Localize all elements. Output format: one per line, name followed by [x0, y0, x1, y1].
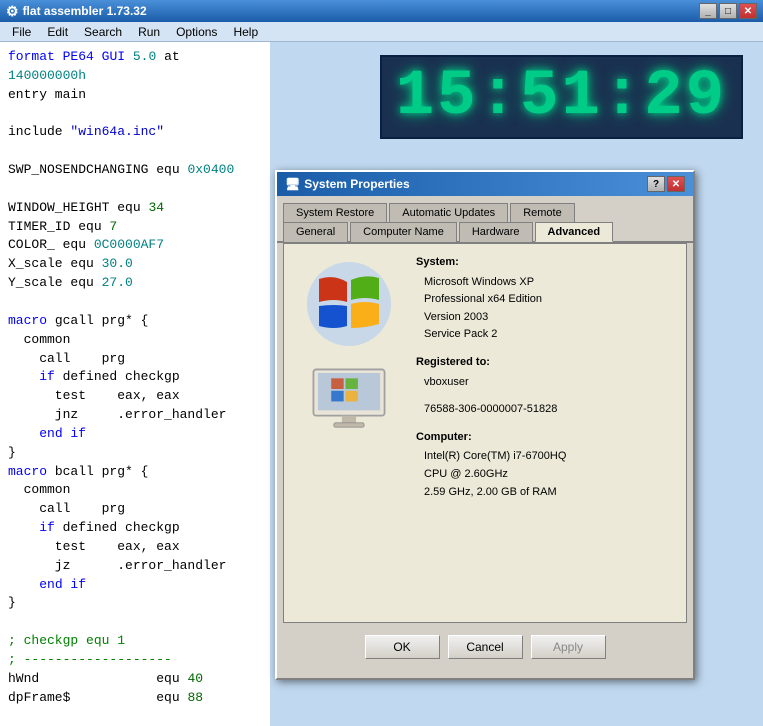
dialog-title-text: System Properties: [304, 177, 409, 191]
code-line: }: [8, 594, 262, 613]
tab-automatic-updates[interactable]: Automatic Updates: [389, 203, 508, 222]
code-line: [8, 708, 262, 726]
minimize-button[interactable]: _: [699, 3, 717, 19]
code-line: macro gcall prg* {: [8, 312, 262, 331]
menu-help[interactable]: Help: [225, 23, 266, 41]
code-editor[interactable]: format PE64 GUI 5.0 at 140000000h entry …: [0, 42, 270, 726]
code-line: }: [8, 444, 262, 463]
app-icon: ⚙: [6, 3, 19, 20]
code-line: [8, 105, 262, 124]
dialog-content: System: Microsoft Windows XP Professiona…: [283, 243, 687, 623]
code-line: hWnd equ 40: [8, 670, 262, 689]
code-line: include "win64a.inc": [8, 123, 262, 142]
code-line: if defined checkgp: [8, 368, 262, 387]
code-line: entry main: [8, 86, 262, 105]
dialog-title-icon: 🖥: [285, 177, 300, 191]
monitor-icon: [309, 366, 389, 436]
clock-time: 15:51:29: [396, 65, 727, 129]
ok-button[interactable]: OK: [365, 635, 440, 659]
tab-system-restore[interactable]: System Restore: [283, 203, 387, 222]
code-line: SWP_NOSENDCHANGING equ 0x0400: [8, 161, 262, 180]
tab-computer-name[interactable]: Computer Name: [350, 222, 457, 242]
code-line: test eax, eax: [8, 538, 262, 557]
tab-remote[interactable]: Remote: [510, 203, 575, 222]
cancel-button[interactable]: Cancel: [448, 635, 523, 659]
menu-options[interactable]: Options: [168, 23, 225, 41]
windows-logo: [299, 254, 399, 354]
tab-advanced[interactable]: Advanced: [535, 222, 614, 242]
code-line: format PE64 GUI 5.0 at 140000000h: [8, 48, 262, 86]
code-line: [8, 293, 262, 312]
registered-label: Registered to:: [416, 354, 676, 372]
code-line: ; -------------------: [8, 651, 262, 670]
os-name: Microsoft Windows XP: [424, 274, 676, 292]
code-line: test eax, eax: [8, 387, 262, 406]
menu-search[interactable]: Search: [76, 23, 130, 41]
dialog-controls: ? ✕: [647, 176, 685, 192]
os-edition: Professional x64 Edition: [424, 291, 676, 309]
code-line: X_scale equ 30.0: [8, 255, 262, 274]
code-line: jnz .error_handler: [8, 406, 262, 425]
tabs-row2: General Computer Name Hardware Advanced: [277, 221, 693, 243]
serial-number: 76588-306-0000007-51828: [424, 401, 676, 419]
system-properties-dialog: 🖥 System Properties ? ✕ System Restore A…: [275, 170, 695, 680]
tabs-row1: System Restore Automatic Updates Remote: [277, 196, 693, 221]
registered-user: vboxuser: [424, 374, 676, 392]
code-line: call prg: [8, 350, 262, 369]
tab-general[interactable]: General: [283, 222, 348, 242]
dialog-close-button[interactable]: ✕: [667, 176, 685, 192]
maximize-button[interactable]: □: [719, 3, 737, 19]
code-line: end if: [8, 425, 262, 444]
title-bar: ⚙ flat assembler 1.73.32 _ □ ✕: [0, 0, 763, 22]
dialog-button-row: OK Cancel Apply: [277, 629, 693, 665]
dialog-help-button[interactable]: ?: [647, 176, 665, 192]
code-line: if defined checkgp: [8, 519, 262, 538]
close-button[interactable]: ✕: [739, 3, 757, 19]
code-line: call prg: [8, 500, 262, 519]
code-line: [8, 180, 262, 199]
ram-info: 2.59 GHz, 2.00 GB of RAM: [424, 484, 676, 502]
code-line: dpFrame$ equ 88: [8, 689, 262, 708]
system-info-panel: System: Microsoft Windows XP Professiona…: [416, 254, 676, 612]
code-line: WINDOW_HEIGHT equ 34: [8, 199, 262, 218]
menu-run[interactable]: Run: [130, 23, 168, 41]
os-sp: Service Pack 2: [424, 326, 676, 344]
code-line: Y_scale equ 27.0: [8, 274, 262, 293]
tab-hardware[interactable]: Hardware: [459, 222, 533, 242]
computer-label: Computer:: [416, 429, 676, 447]
code-line: common: [8, 331, 262, 350]
apply-button[interactable]: Apply: [531, 635, 606, 659]
logo-area: [294, 254, 404, 612]
os-version: Version 2003: [424, 309, 676, 327]
code-line: COLOR_ equ 0C0000AF7: [8, 236, 262, 255]
code-line: jz .error_handler: [8, 557, 262, 576]
code-line: common: [8, 481, 262, 500]
menu-edit[interactable]: Edit: [39, 23, 76, 41]
clock-display: 15:51:29: [380, 55, 743, 139]
code-line: TIMER_ID equ 7: [8, 218, 262, 237]
cpu-speed: CPU @ 2.60GHz: [424, 466, 676, 484]
window-controls: _ □ ✕: [699, 3, 757, 19]
dialog-title-bar: 🖥 System Properties ? ✕: [277, 172, 693, 196]
app-title: flat assembler 1.73.32: [23, 4, 147, 18]
code-line: end if: [8, 576, 262, 595]
menu-bar: File Edit Search Run Options Help: [0, 22, 763, 42]
code-line: macro bcall prg* {: [8, 463, 262, 482]
cpu-name: Intel(R) Core(TM) i7-6700HQ: [424, 448, 676, 466]
code-line: [8, 613, 262, 632]
code-line: ; checkgp equ 1: [8, 632, 262, 651]
code-line: [8, 142, 262, 161]
menu-file[interactable]: File: [4, 23, 39, 41]
system-header: System:: [416, 254, 676, 272]
